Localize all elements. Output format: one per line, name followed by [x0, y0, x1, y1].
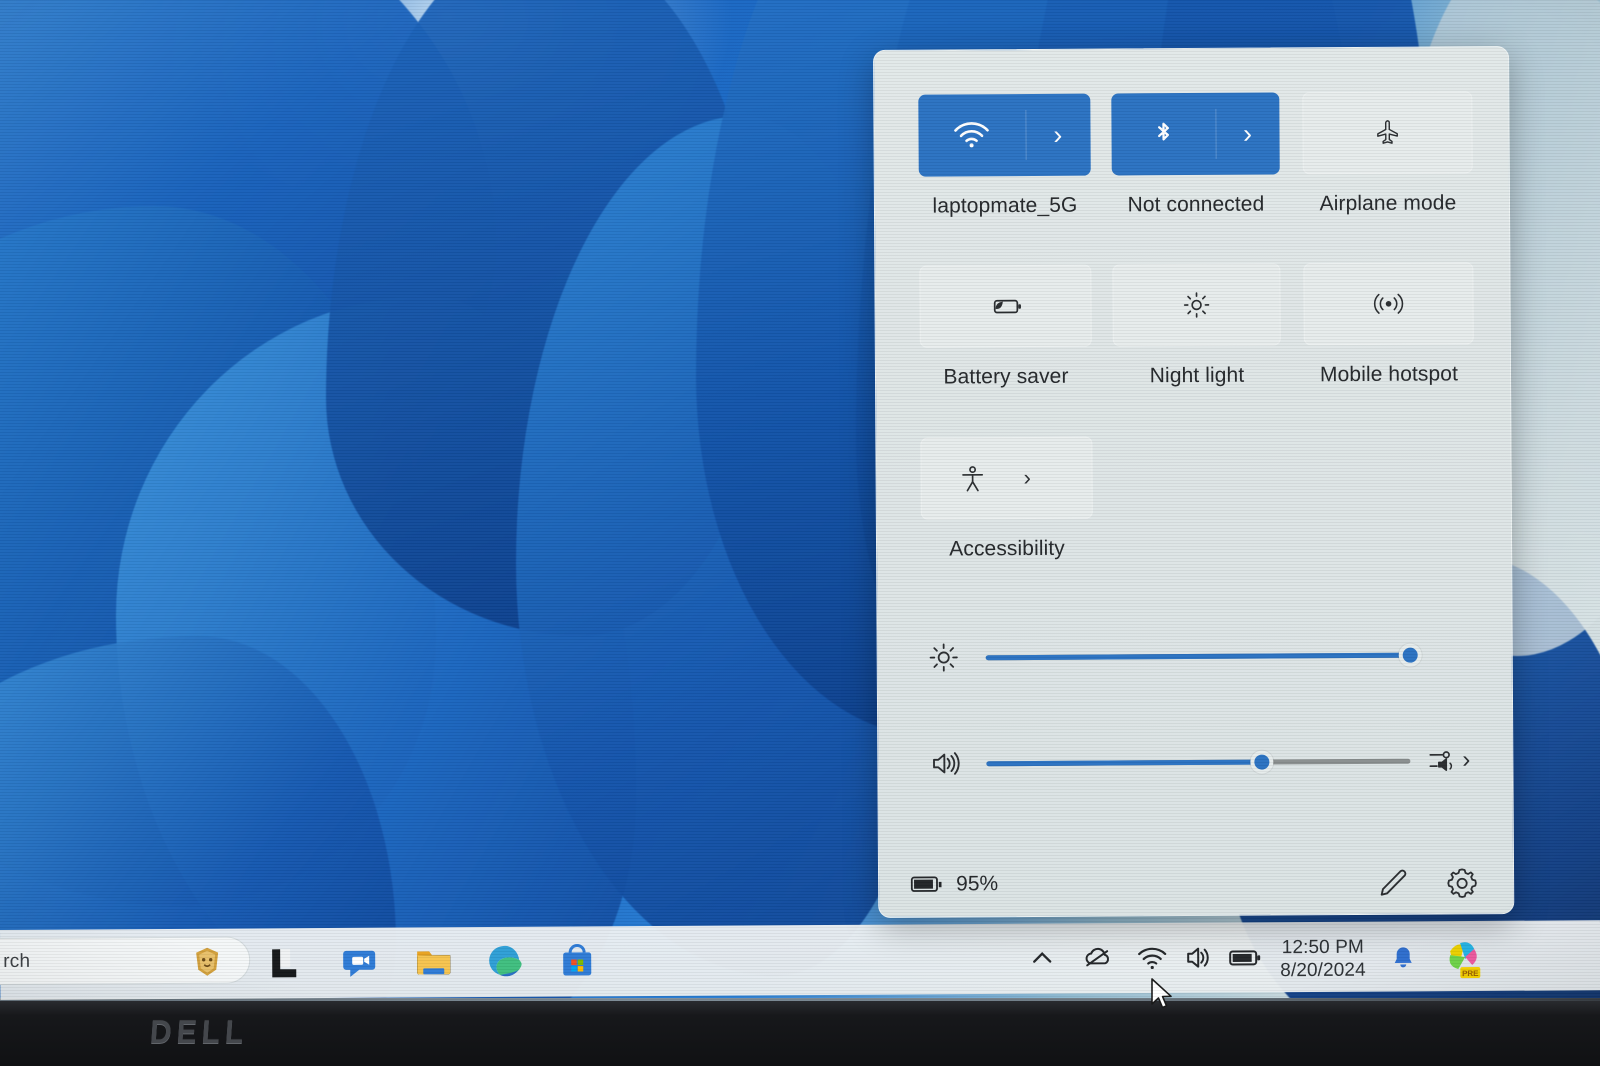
chevron-right-icon[interactable]: › [1215, 92, 1279, 174]
airplane-icon [1303, 92, 1471, 173]
battery-icon [910, 876, 942, 892]
pencil-icon[interactable] [1374, 866, 1410, 902]
brightness-sun-icon [924, 637, 964, 677]
clock-date: 8/20/2024 [1280, 959, 1366, 982]
laptop-bezel: DELL [0, 998, 1600, 1066]
brightness-slider-row[interactable] [878, 634, 1514, 678]
accessibility-person-icon [921, 438, 1023, 519]
clock-time: 12:50 PM [1281, 936, 1364, 959]
volume-slider-thumb[interactable] [1250, 750, 1274, 774]
quick-tile-mobile-hotspot-label: Mobile hotspot [1319, 362, 1459, 387]
taskbar-clock[interactable]: 12:50 PM 8/20/2024 [1280, 936, 1366, 983]
chevron-right-icon[interactable]: › [1462, 746, 1470, 774]
sun-icon [1113, 264, 1279, 345]
task-view-icon[interactable] [265, 942, 307, 984]
gear-icon[interactable] [1444, 865, 1480, 901]
edge-icon[interactable] [484, 941, 526, 983]
svg-text:PRE: PRE [1462, 969, 1479, 978]
quick-tile-bluetooth[interactable]: › [1111, 92, 1280, 176]
quick-tile-mobile-hotspot[interactable] [1303, 262, 1474, 346]
battery-percent-label: 95% [956, 872, 999, 896]
quick-tile-wifi-label: laptopmate_5G [932, 193, 1078, 218]
battery-saver-icon [920, 266, 1090, 347]
chevron-right-icon[interactable]: › [1023, 438, 1091, 518]
volume-slider-fill [986, 759, 1262, 767]
battery-status: 95% [909, 872, 998, 897]
quick-tile-accessibility-label: Accessibility [949, 536, 1065, 561]
pre-app-icon[interactable]: PRE [1442, 937, 1488, 988]
taskbar[interactable]: rch 12:50 PM 8/20/2024 PRE [0, 920, 1600, 1000]
store-bag-icon[interactable] [556, 940, 598, 982]
brave-lion-icon[interactable] [191, 946, 223, 978]
tray-volume-icon[interactable] [1180, 941, 1214, 980]
volume-slider-row[interactable]: › [878, 740, 1514, 784]
wifi-icon[interactable] [918, 94, 1025, 177]
brightness-slider-fill [985, 652, 1410, 661]
speaker-waves-icon [924, 743, 964, 783]
dell-logo: DELL [148, 1014, 250, 1051]
quick-settings-panel[interactable]: › laptopmate_5G › Not connected Airplane… [873, 46, 1515, 918]
volume-slider-track[interactable] [986, 750, 1411, 774]
search-input[interactable]: rch [0, 936, 251, 986]
hotspot-icon [1304, 263, 1472, 344]
brightness-slider-track[interactable] [985, 643, 1422, 667]
quick-tile-airplane-mode-label: Airplane mode [1319, 191, 1457, 216]
folder-icon[interactable] [412, 941, 454, 983]
tray-battery-icon[interactable] [1225, 940, 1265, 979]
quick-tile-night-light[interactable] [1112, 263, 1281, 347]
tray-wifi-icon[interactable] [1135, 941, 1169, 980]
audio-mixer-icon[interactable]: › [1426, 742, 1482, 778]
chat-video-icon[interactable] [338, 942, 380, 984]
bluetooth-icon[interactable] [1111, 93, 1216, 176]
laptop-screen-photo: DELL rch 12:50 PM 8/20/2024 PRE › laptop… [0, 0, 1600, 1066]
brightness-slider-thumb[interactable] [1398, 643, 1422, 667]
tray-overflow-chevron-up-icon[interactable] [1025, 942, 1059, 981]
onedrive-cloud-offline-icon[interactable] [1080, 941, 1114, 980]
quick-tile-accessibility[interactable]: › [920, 436, 1093, 520]
quick-tile-airplane-mode[interactable] [1302, 91, 1473, 175]
quick-tile-night-light-label: Night light [1149, 363, 1245, 388]
mouse-cursor [1150, 978, 1176, 1012]
quick-tile-wifi[interactable]: › [918, 93, 1091, 177]
notification-bell-icon[interactable] [1388, 943, 1418, 978]
quick-tile-bluetooth-label: Not connected [1127, 192, 1265, 217]
chevron-right-icon[interactable]: › [1025, 94, 1091, 176]
quick-tile-battery-saver[interactable] [919, 264, 1092, 348]
quick-tile-battery-saver-label: Battery saver [943, 364, 1069, 389]
search-input-text: rch [3, 950, 31, 972]
